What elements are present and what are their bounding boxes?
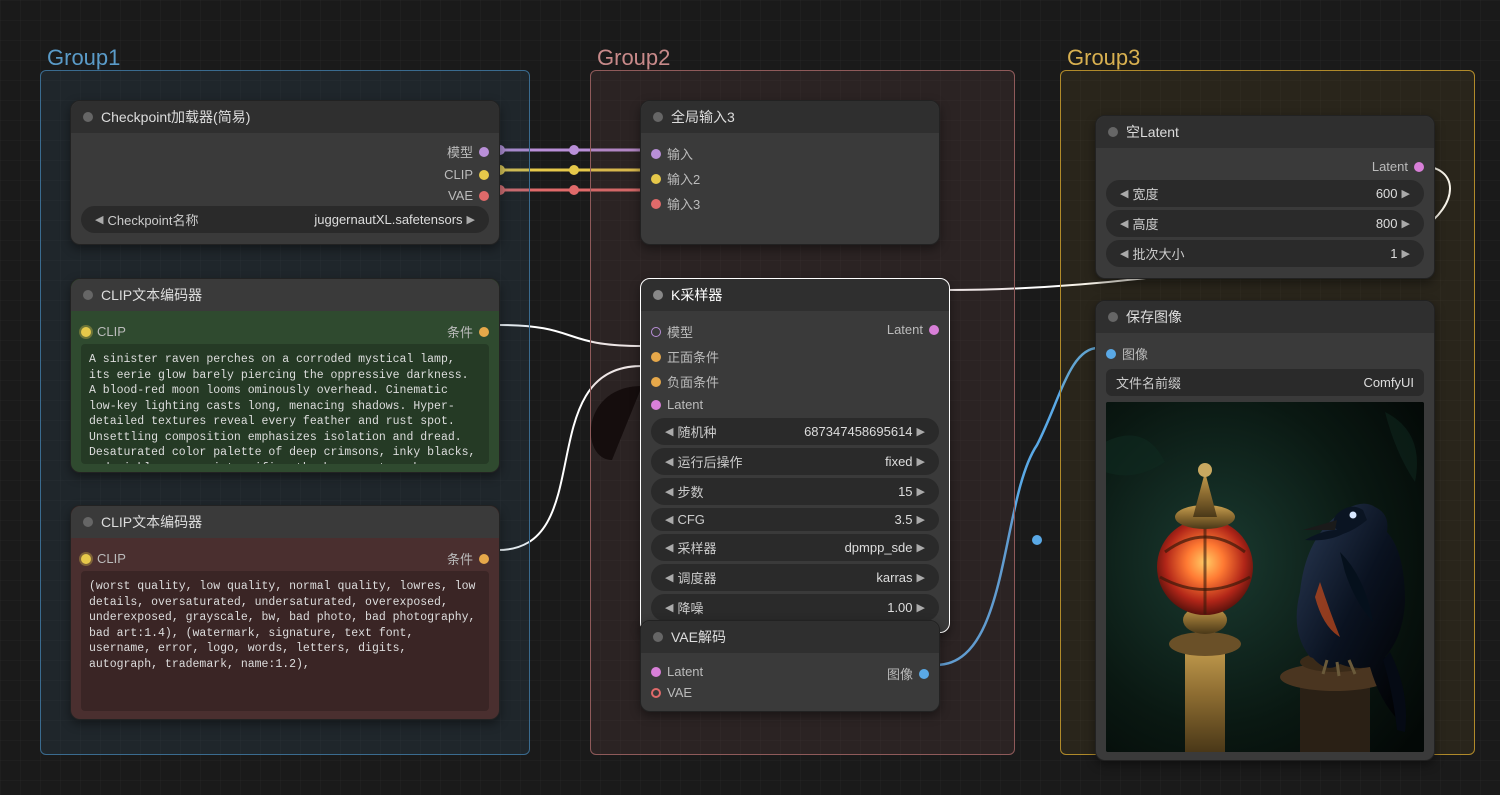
node-title: 空Latent — [1126, 122, 1179, 142]
batch-widget[interactable]: ◀批次大小1▶ — [1106, 240, 1424, 267]
node-global-input[interactable]: 全局输入3 输入 输入2 输入3 — [640, 100, 940, 245]
node-clip-encode-negative[interactable]: CLIP文本编码器 CLIP 条件 (worst quality, low qu… — [70, 505, 500, 720]
port-model-out[interactable]: 模型 — [447, 142, 473, 161]
node-title: CLIP文本编码器 — [101, 285, 202, 305]
node-checkpoint-loader[interactable]: Checkpoint加载器(简易) 模型 CLIP VAE ◀ Checkpoi… — [70, 100, 500, 245]
seed-widget[interactable]: ◀随机种687347458695614▶ — [651, 418, 939, 445]
port-clip-in[interactable]: CLIP — [97, 324, 126, 339]
prompt-text-negative[interactable]: (worst quality, low quality, normal qual… — [81, 571, 489, 711]
node-vae-decode[interactable]: VAE解码 Latent VAE 图像 — [640, 620, 940, 712]
port-clip-out[interactable]: CLIP — [444, 167, 473, 182]
port-image-out[interactable]: 图像 — [887, 664, 913, 683]
node-title: 全局输入3 — [671, 107, 735, 127]
prompt-text-positive[interactable]: A sinister raven perches on a corroded m… — [81, 344, 489, 464]
port-input-2[interactable]: 输入2 — [667, 169, 700, 188]
checkpoint-name-widget[interactable]: ◀ Checkpoint名称 juggernautXL.safetensors … — [81, 206, 489, 233]
port-latent-in[interactable]: Latent — [667, 664, 703, 679]
image-preview — [1106, 402, 1424, 752]
port-cond-out[interactable]: 条件 — [447, 549, 473, 568]
node-clip-encode-positive[interactable]: CLIP文本编码器 CLIP 条件 A sinister raven perch… — [70, 278, 500, 473]
after-gen-widget[interactable]: ◀运行后操作fixed▶ — [651, 448, 939, 475]
node-title: Checkpoint加载器(简易) — [101, 107, 250, 127]
group-1-title: Group1 — [47, 45, 120, 71]
width-widget[interactable]: ◀宽度600▶ — [1106, 180, 1424, 207]
port-latent-in[interactable]: Latent — [667, 397, 703, 412]
node-ksampler[interactable]: K采样器 模型 正面条件 负面条件 Latent Latent ◀随机种6873… — [640, 278, 950, 633]
port-positive-in[interactable]: 正面条件 — [667, 347, 719, 366]
node-title: VAE解码 — [671, 627, 726, 647]
height-widget[interactable]: ◀高度800▶ — [1106, 210, 1424, 237]
node-title: CLIP文本编码器 — [101, 512, 202, 532]
port-input-3[interactable]: 输入3 — [667, 194, 700, 213]
port-cond-out[interactable]: 条件 — [447, 322, 473, 341]
port-vae-out[interactable]: VAE — [448, 188, 473, 203]
sampler-widget[interactable]: ◀采样器dpmpp_sde▶ — [651, 534, 939, 561]
chevron-right-icon[interactable]: ▶ — [463, 213, 479, 226]
port-model-in[interactable]: 模型 — [667, 322, 693, 341]
port-vae-in[interactable]: VAE — [667, 685, 692, 700]
group-2-title: Group2 — [597, 45, 670, 71]
port-latent-out[interactable]: Latent — [887, 322, 923, 337]
node-save-image[interactable]: 保存图像 图像 文件名前缀 ComfyUI — [1095, 300, 1435, 761]
node-empty-latent[interactable]: 空Latent Latent ◀宽度600▶ ◀高度800▶ ◀批次大小1▶ — [1095, 115, 1435, 279]
denoise-widget[interactable]: ◀降噪1.00▶ — [651, 594, 939, 621]
port-negative-in[interactable]: 负面条件 — [667, 372, 719, 391]
group-3-title: Group3 — [1067, 45, 1140, 71]
node-title: K采样器 — [671, 285, 722, 305]
port-image-in[interactable]: 图像 — [1122, 344, 1148, 363]
chevron-left-icon[interactable]: ◀ — [91, 213, 107, 226]
scheduler-widget[interactable]: ◀调度器karras▶ — [651, 564, 939, 591]
node-title: 保存图像 — [1126, 307, 1182, 327]
steps-widget[interactable]: ◀步数15▶ — [651, 478, 939, 505]
filename-prefix-widget[interactable]: 文件名前缀 ComfyUI — [1106, 369, 1424, 396]
port-input-1[interactable]: 输入 — [667, 144, 693, 163]
port-clip-in[interactable]: CLIP — [97, 551, 126, 566]
port-latent-out[interactable]: Latent — [1372, 159, 1408, 174]
cfg-widget[interactable]: ◀CFG3.5▶ — [651, 508, 939, 531]
